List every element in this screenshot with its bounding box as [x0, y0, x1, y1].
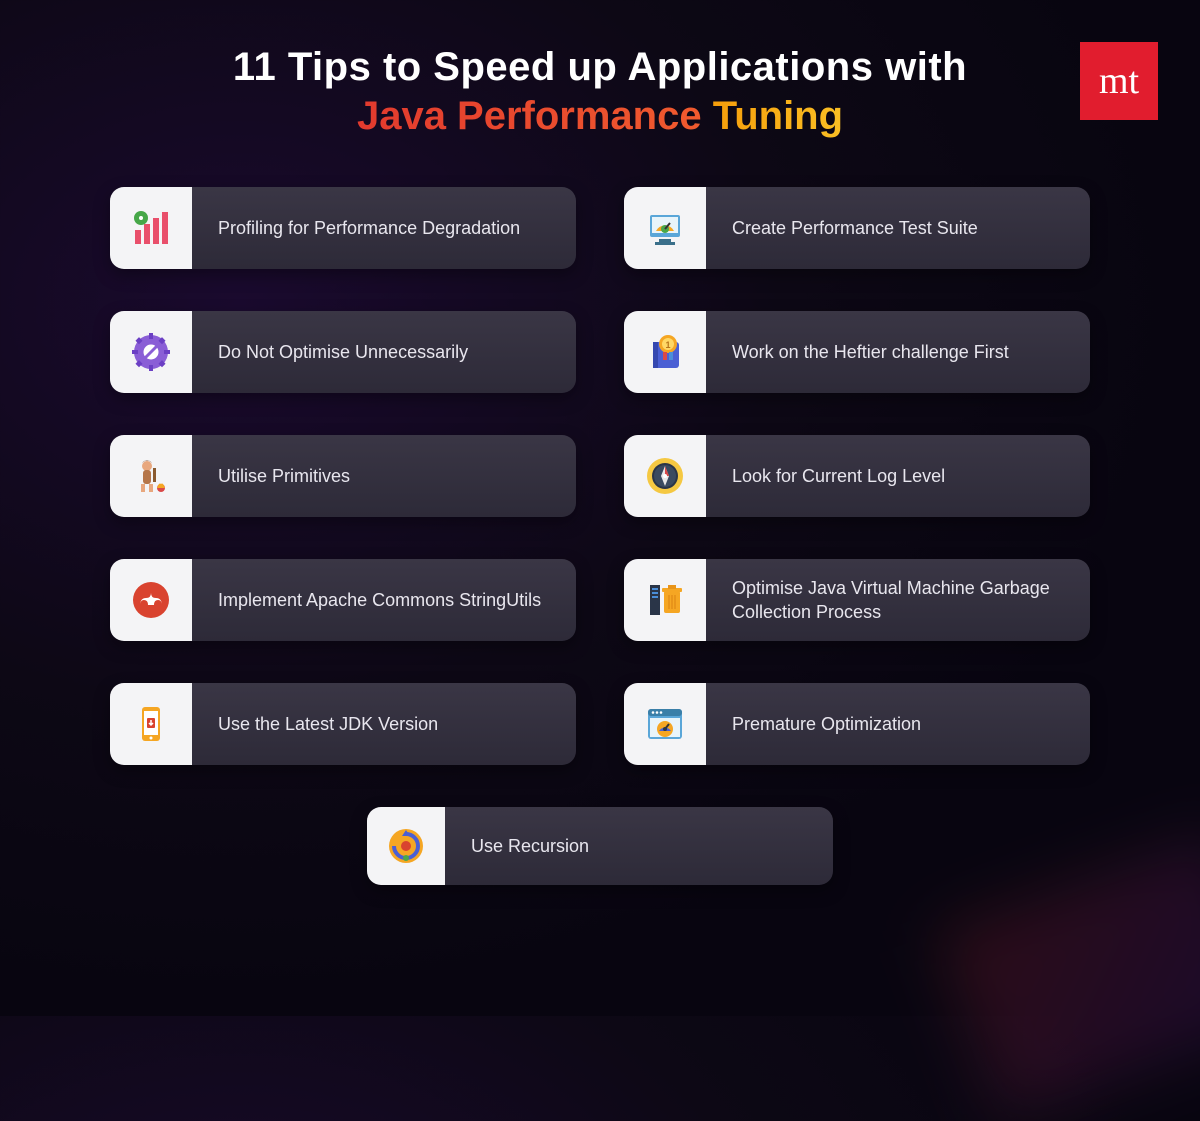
title-part-yellow: Tuning [713, 94, 843, 138]
medal-book-icon: 1 [624, 311, 706, 393]
stumble-icon [110, 559, 192, 641]
tip-label: Do Not Optimise Unnecessarily [192, 340, 488, 364]
tip-label: Look for Current Log Level [706, 464, 965, 488]
tip-card: Premature Optimization [624, 683, 1090, 765]
monitor-gauge-icon [624, 187, 706, 269]
logo-text: mt [1099, 59, 1139, 103]
page-title: 11 Tips to Speed up Applications with Ja… [0, 0, 1200, 139]
tip-card: Do Not Optimise Unnecessarily [110, 311, 576, 393]
title-line1: 11 Tips to Speed up Applications with [0, 45, 1200, 90]
gear-forbid-icon [110, 311, 192, 393]
tip-card: Optimise Java Virtual Machine Garbage Co… [624, 559, 1090, 641]
tip-label: Create Performance Test Suite [706, 216, 998, 240]
tip-card: Use the Latest JDK Version [110, 683, 576, 765]
caveman-icon [110, 435, 192, 517]
tip-label: Profiling for Performance Degradation [192, 216, 540, 240]
tip-label: Work on the Heftier challenge First [706, 340, 1029, 364]
chart-bar-gear-icon [110, 187, 192, 269]
title-line2: Java Performance Tuning [0, 94, 1200, 139]
browser-gauge-icon [624, 683, 706, 765]
tip-label: Premature Optimization [706, 712, 941, 736]
tip-label: Use the Latest JDK Version [192, 712, 458, 736]
tip-label: Optimise Java Virtual Machine Garbage Co… [706, 576, 1090, 625]
title-part-red: Java Performance [357, 94, 702, 138]
tip-card: Look for Current Log Level [624, 435, 1090, 517]
compass-circle-icon [624, 435, 706, 517]
phone-download-icon [110, 683, 192, 765]
svg-text:1: 1 [665, 340, 670, 350]
loop-circle-icon [367, 807, 445, 885]
tip-label: Use Recursion [445, 834, 609, 858]
tip-card: Implement Apache Commons StringUtils [110, 559, 576, 641]
tip-label: Implement Apache Commons StringUtils [192, 588, 561, 612]
tip-label: Utilise Primitives [192, 464, 370, 488]
tip-card: Utilise Primitives [110, 435, 576, 517]
trash-server-icon [624, 559, 706, 641]
tip-card: Profiling for Performance Degradation [110, 187, 576, 269]
tip-card: Create Performance Test Suite [624, 187, 1090, 269]
tip-card: 1 Work on the Heftier challenge First [624, 311, 1090, 393]
tip-card: Use Recursion [367, 807, 833, 885]
logo-badge: mt [1080, 42, 1158, 120]
tips-grid: Profiling for Performance Degradation Cr… [110, 187, 1090, 885]
